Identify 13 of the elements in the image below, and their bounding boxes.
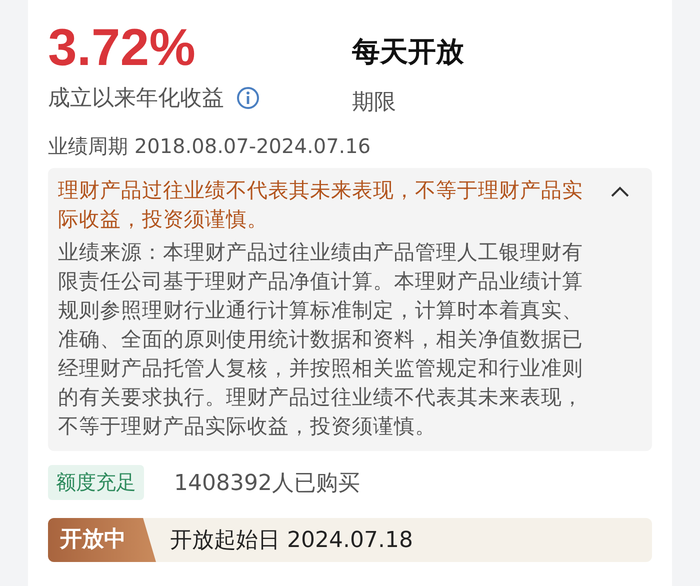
term-label: 期限 — [352, 89, 396, 117]
caret-icon[interactable] — [610, 186, 630, 198]
rate-label: 成立以来年化收益 — [48, 85, 224, 113]
info-icon[interactable] — [236, 86, 260, 110]
open-status-tag: 开放中 — [48, 518, 156, 562]
open-start-date: 开放起始日 2024.07.18 — [170, 527, 413, 555]
rate-value: 3.72% — [48, 18, 196, 78]
risk-warning: 理财产品过往业绩不代表其未来表现，不等于理财产品实际收益，投资须谨慎。 — [58, 177, 584, 233]
performance-source-text: 业绩来源：本理财产品过往业绩由产品管理人工银理财有限责任公司基于理财产品净值计算。本理财产品业绩计算规则参照理财行业通行计算标准制定，计算时本着真实、准确、全面的原则使用统计数据和资料，相关净值数据已经理财产品托管人复核，并按照相关监管规定和行业准则的有关要求执行。理财产品过往业绩不代表其未来表现，不等于理财产品实际收益，投资须谨慎。 — [58, 239, 584, 440]
performance-period: 业绩周期 2018.08.07-2024.07.16 — [48, 133, 372, 160]
term-value: 每天开放 — [352, 34, 464, 70]
quota-tag: 额度充足 — [48, 465, 144, 500]
buyers-count: 1408392人已购买 — [174, 470, 360, 498]
